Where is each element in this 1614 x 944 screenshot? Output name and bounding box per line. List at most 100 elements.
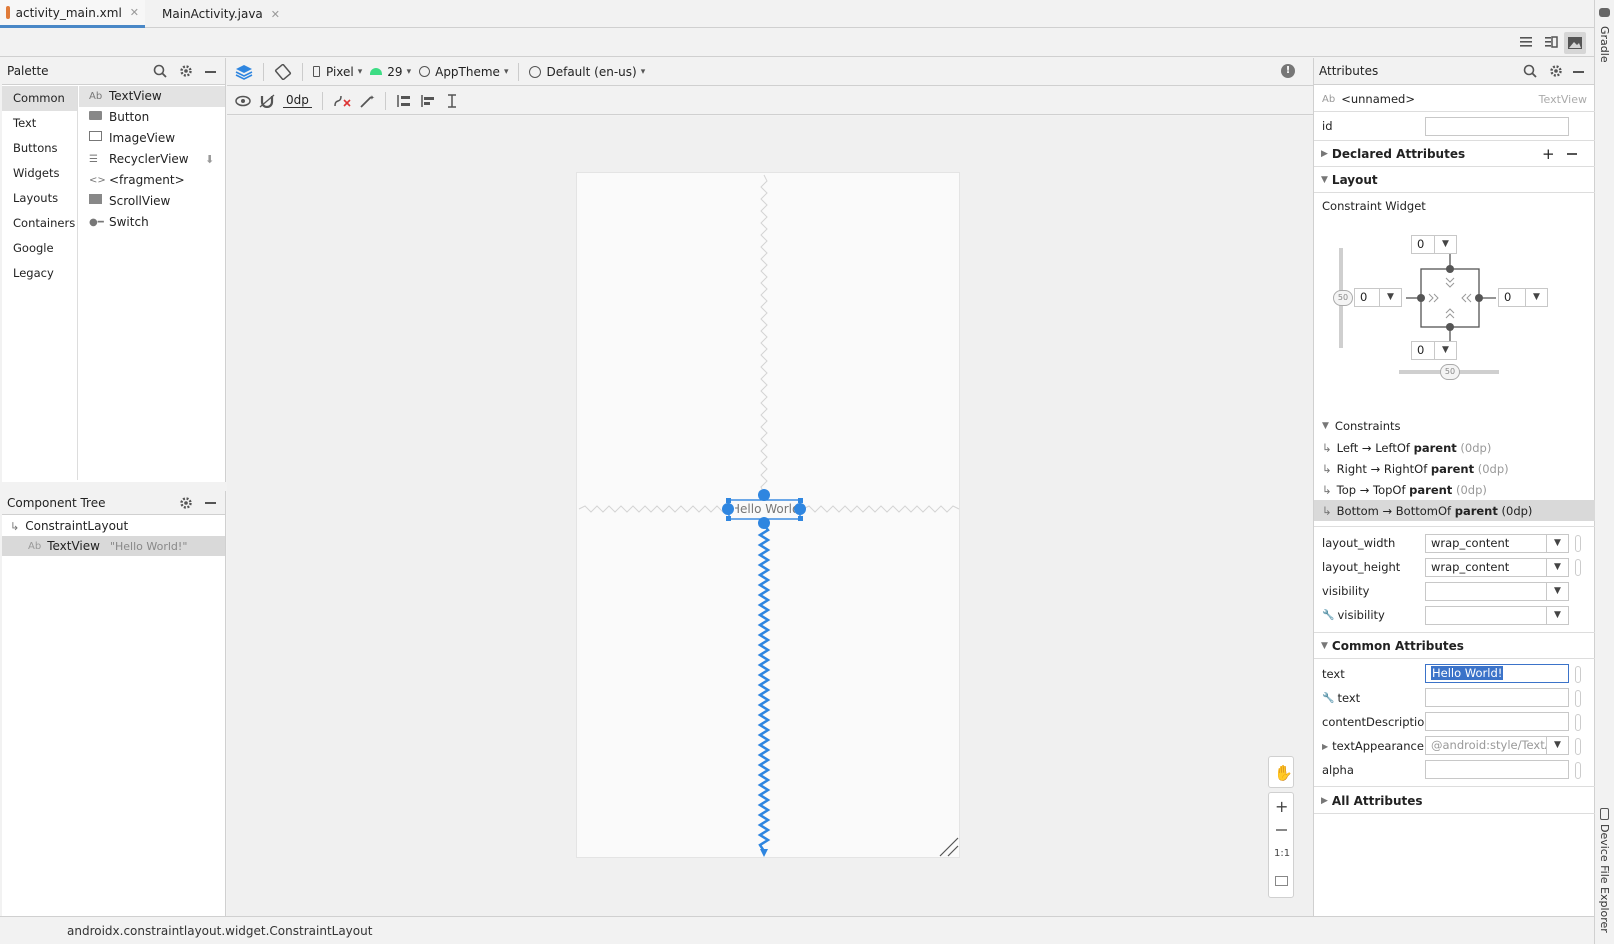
eye-icon[interactable] [235,95,251,107]
clear-constraints-icon[interactable] [333,94,351,108]
guidelines-icon[interactable] [444,93,460,109]
palette-item-recyclerview[interactable]: ☰ RecyclerView ⬇ [79,149,225,170]
minimize-icon[interactable] [205,502,216,504]
tab-activity-main[interactable]: activity_main.xml ✕ [0,0,145,28]
zoom-out-icon[interactable] [1276,829,1287,831]
margin-right-field[interactable]: 0 ▼ [1498,288,1548,307]
palette-item-scrollview[interactable]: ScrollView [79,191,225,212]
device-selector[interactable]: Pixel ▾ [313,65,362,79]
margin-bottom-field[interactable]: 0 ▼ [1411,341,1457,360]
api-selector[interactable]: 29 ▾ [370,65,411,79]
component-tree-panel: Component Tree ↳ ConstraintLayout Ab Tex… [2,491,226,916]
add-attribute-button[interactable]: + [1542,145,1555,163]
minimize-icon[interactable] [205,71,216,73]
infer-constraints-icon[interactable]: ✦ [359,94,375,108]
resource-picker-button[interactable] [1575,738,1581,755]
search-icon[interactable] [153,64,167,81]
constraint-row-bottom[interactable]: ↳ Bottom → BottomOf parent (0dp) [1314,500,1595,521]
divider [1314,111,1595,112]
palette-item-fragment[interactable]: <> <fragment> [79,170,225,191]
zoom-in-icon[interactable]: + [1275,797,1288,816]
resource-picker-button[interactable] [1575,559,1581,576]
palette-item-button[interactable]: Button [79,107,225,128]
layout-width-select[interactable]: wrap_content ▼ [1425,534,1569,553]
remove-attribute-button[interactable] [1567,153,1577,155]
code-view-icon[interactable] [1518,34,1534,53]
common-attributes-section[interactable]: ▼ Common Attributes [1314,634,1595,658]
close-icon[interactable]: ✕ [271,8,280,21]
tree-node-textview[interactable]: Ab TextView "Hello World!" [2,536,225,556]
theme-selector[interactable]: AppTheme ▾ [419,65,508,79]
magnet-icon[interactable] [259,94,275,108]
category-containers[interactable]: Containers [2,211,77,236]
category-common[interactable]: Common [2,86,77,111]
palette-item-imageview[interactable]: ImageView [79,128,225,149]
design-canvas[interactable]: Hello World! ✋ + 1:1 [227,116,1313,916]
text-appearance-select[interactable]: @android:style/TextA ▼ [1425,736,1569,755]
category-legacy[interactable]: Legacy [2,261,77,286]
tools-visibility-select[interactable]: ▼ [1425,606,1569,625]
view-mode-bar [0,29,1594,57]
vertical-bias-slider[interactable]: 50 [1333,290,1353,306]
category-layouts[interactable]: Layouts [2,186,77,211]
gear-icon[interactable] [1549,64,1563,81]
pack-icon[interactable] [396,93,412,109]
search-icon[interactable] [1523,64,1537,81]
minimize-icon[interactable] [1573,71,1584,73]
resource-picker-button[interactable] [1575,762,1581,779]
category-text[interactable]: Text [2,111,77,136]
default-margin-field[interactable]: 0dp [283,93,312,108]
device-file-explorer-button[interactable]: Device File Explorer [1598,824,1611,933]
layout-section[interactable]: ▼ Layout [1314,168,1595,192]
category-buttons[interactable]: Buttons [2,136,77,161]
tools-text-field[interactable] [1425,688,1569,707]
gear-icon[interactable] [179,496,193,513]
margin-left-field[interactable]: 0 ▼ [1354,288,1402,307]
download-icon[interactable]: ⬇ [205,149,214,170]
category-widgets[interactable]: Widgets [2,161,77,186]
textview-preview[interactable]: Hello World! [735,500,795,519]
zoom-fit-icon[interactable] [1275,876,1288,886]
close-icon[interactable]: ✕ [130,6,139,19]
tab-main-activity[interactable]: MainActivity.java ✕ [150,0,282,28]
split-view-icon[interactable] [1543,34,1559,53]
warning-icon[interactable]: ! [1281,64,1295,78]
chevron-down-icon: ▼ [1546,583,1568,600]
resource-picker-button[interactable] [1575,535,1581,552]
palette-item-label: ImageView [109,131,176,145]
resource-picker-button[interactable] [1575,666,1581,683]
constraint-row-left[interactable]: ↳ Left → LeftOf parent (0dp) [1314,437,1595,458]
orientation-icon[interactable] [274,63,292,80]
constraints-section[interactable]: ▼ Constraints [1314,416,1595,436]
category-google[interactable]: Google [2,236,77,261]
margin-top-field[interactable]: 0 ▼ [1411,235,1457,254]
align-icon[interactable] [420,93,436,109]
id-field[interactable] [1425,117,1569,136]
constraint-row-top[interactable]: ↳ Top → TopOf parent (0dp) [1314,479,1595,500]
resize-handle-icon[interactable] [938,836,960,858]
resource-picker-button[interactable] [1575,714,1581,731]
palette-item-textview[interactable]: Ab TextView [79,86,225,107]
horizontal-bias-slider[interactable]: 50 [1440,364,1460,380]
pan-tool-button[interactable]: ✋ [1268,756,1294,788]
device-preview[interactable]: Hello World! [576,172,960,858]
constraint-row-right[interactable]: ↳ Right → RightOf parent (0dp) [1314,458,1595,479]
design-view-icon[interactable] [1564,32,1586,54]
locale-selector[interactable]: Default (en-us) ▾ [529,65,645,79]
tree-node-constraintlayout[interactable]: ↳ ConstraintLayout [2,516,225,536]
visibility-select[interactable]: ▼ [1425,582,1569,601]
gear-icon[interactable] [179,64,193,81]
content-description-field[interactable] [1425,712,1569,731]
svg-text:✦: ✦ [369,94,375,102]
layers-icon[interactable] [235,64,253,80]
layout-height-select[interactable]: wrap_content ▼ [1425,558,1569,577]
palette-item-switch[interactable]: ●━ Switch [79,212,225,233]
alpha-field[interactable] [1425,760,1569,779]
all-attributes-section[interactable]: ▶ All Attributes [1314,789,1595,813]
palette-header: Palette [2,58,225,85]
gradle-tool-button[interactable]: Gradle [1598,26,1611,63]
declared-attributes-section[interactable]: ▶ Declared Attributes + [1314,142,1595,166]
zoom-actual-size-button[interactable]: 1:1 [1274,848,1290,859]
resource-picker-button[interactable] [1575,690,1581,707]
text-field[interactable]: Hello World! [1425,664,1569,683]
